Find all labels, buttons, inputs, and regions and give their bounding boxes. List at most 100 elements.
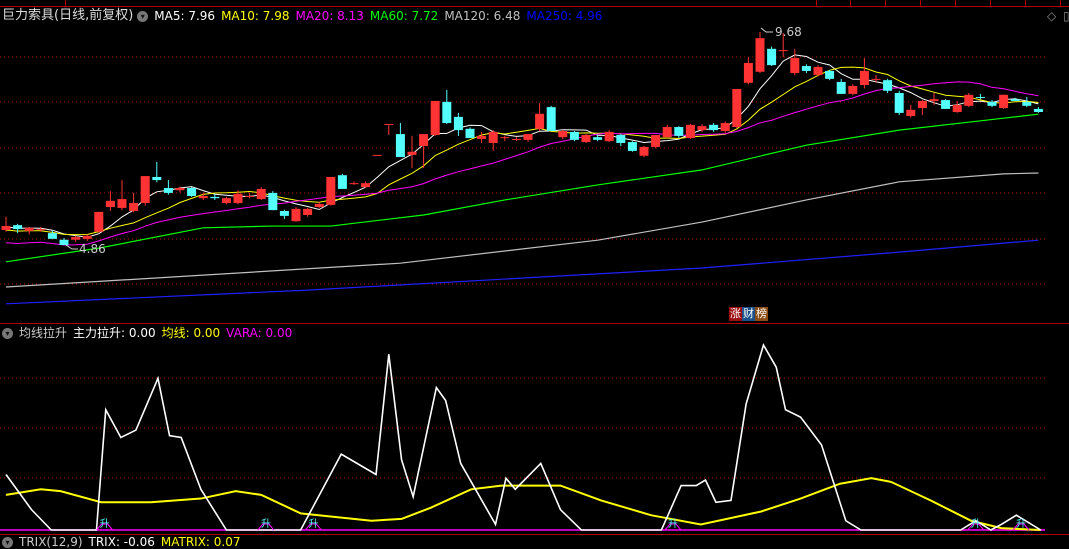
candle-up <box>906 109 916 116</box>
main-legend: 巨力索具(日线,前复权) ▾ MA5: 7.96 MA10: 7.98 MA20: … <box>2 7 608 25</box>
candle-down <box>187 188 197 196</box>
ma-legend-item-5: MA250: 4.96 <box>526 9 603 23</box>
candle-up <box>430 100 440 135</box>
candle-up <box>999 94 1009 109</box>
candle-up <box>372 154 382 156</box>
candle-down <box>616 134 626 143</box>
ma20-line <box>5 81 1039 246</box>
candle-up <box>140 176 150 204</box>
high-price-label: 9.68 <box>775 25 802 39</box>
badge-char: 榜 <box>755 307 768 321</box>
ma-legend-item-2: MA20: 8.13 <box>295 9 364 23</box>
signal-label: 升 <box>1016 518 1026 530</box>
candle-up <box>105 200 115 208</box>
candle-up <box>361 183 371 188</box>
candle-up <box>917 100 927 109</box>
candle-up <box>604 131 614 142</box>
ma-legend-item-3: MA60: 7.72 <box>369 9 439 23</box>
trix-legend: ▾ TRIX(12,9) TRIX: -0.06 MATRIX: 0.07 <box>2 535 247 549</box>
candle-up <box>500 137 510 139</box>
signal-label: 升 <box>308 518 318 530</box>
candle-down <box>465 128 475 139</box>
chevron-down-icon[interactable]: ▾ <box>137 10 149 22</box>
candle-down <box>453 116 463 131</box>
candle-down <box>59 239 69 246</box>
candle-down <box>767 48 777 66</box>
trix-legend-item-1: MATRIX: 0.07 <box>160 535 241 549</box>
trix-name[interactable]: TRIX(12,9) <box>19 535 83 549</box>
candle-up <box>952 104 962 113</box>
chevron-down-icon[interactable]: ▾ <box>2 327 13 339</box>
candle-up <box>94 211 104 232</box>
candle-down <box>674 127 684 136</box>
ma-legend-item-4: MA120: 6.48 <box>444 9 521 23</box>
candle-up <box>175 188 185 191</box>
candle-up <box>419 134 429 147</box>
price-chart[interactable]: 9.68 4.86 升 升 升 升 升 升 <box>0 0 1069 545</box>
candle-up <box>651 134 661 147</box>
candle-down <box>975 96 985 98</box>
low-marker-arrow <box>65 244 78 250</box>
candle-up <box>256 188 266 200</box>
candle-down <box>1022 101 1032 106</box>
candle-up <box>117 199 127 208</box>
signal-label: 升 <box>668 518 678 530</box>
candle-down <box>442 101 452 124</box>
candle-up <box>871 78 881 80</box>
candle-down <box>279 211 289 216</box>
candle-up <box>639 146 649 156</box>
ma-legend-item-0: MA5: 7.96 <box>154 9 216 23</box>
candle-up <box>511 138 521 140</box>
candle-up <box>129 203 139 212</box>
candle-up <box>349 183 359 185</box>
ma120-line <box>5 172 1039 288</box>
candle-down <box>163 188 173 193</box>
chart-title[interactable]: 巨力索具(日线,前复权) <box>2 7 133 25</box>
candle-down <box>709 124 719 131</box>
signal-label: 升 <box>100 518 110 530</box>
candle-up <box>326 176 336 205</box>
candle-down <box>836 81 846 94</box>
candle-down <box>825 70 835 79</box>
indicator-legend-item-0: 主力拉升: 0.00 <box>73 326 156 340</box>
candle-down <box>337 175 347 189</box>
candle-down <box>1033 108 1043 113</box>
junxian-line <box>5 477 1041 531</box>
candle-up <box>929 99 939 101</box>
candle-up <box>71 237 81 240</box>
candle-up <box>303 208 313 215</box>
ma-legend-items: MA5: 7.96 MA10: 7.98 MA20: 8.13 MA60: 7.72 M… <box>154 7 608 25</box>
candle-up <box>221 198 231 204</box>
candle-up <box>24 227 34 231</box>
candle-down <box>546 107 556 132</box>
candle-down <box>987 101 997 106</box>
indicator-legend: ▾ 均线拉升 主力拉升: 0.00 均线: 0.00 VARA: 0.00 <box>2 324 298 342</box>
indicator-values: 主力拉升: 0.00 均线: 0.00 VARA: 0.00 <box>73 324 298 342</box>
candle-up <box>245 195 255 197</box>
candle-down <box>801 66 811 71</box>
candle-down <box>47 233 57 239</box>
panel-toggle-icon[interactable]: ▯ <box>1063 9 1069 23</box>
candle-down <box>210 196 220 199</box>
indicator-name[interactable]: 均线拉升 <box>19 324 67 342</box>
candle-up <box>291 208 301 222</box>
ma10-line <box>5 66 1039 236</box>
candle-up <box>36 229 46 231</box>
candle-up <box>732 89 742 128</box>
badge-char: 财 <box>742 307 755 321</box>
candle-up <box>859 70 869 86</box>
indicator-legend-item-1: 均线: 0.00 <box>161 326 221 340</box>
candle-down <box>395 134 405 158</box>
candle-up <box>964 94 974 106</box>
candle-up <box>720 123 730 132</box>
diamond-icon[interactable]: ◇ <box>1047 9 1056 23</box>
zhangcaibang-badge[interactable]: 涨财榜 <box>729 307 768 321</box>
candle-up <box>848 85 858 94</box>
chevron-down-icon[interactable]: ▾ <box>2 536 13 548</box>
candle-up <box>488 131 498 143</box>
candle-up <box>778 50 788 52</box>
candle-up <box>198 195 208 199</box>
candle-up <box>813 66 823 75</box>
candle-down <box>268 192 278 211</box>
candle-up <box>581 134 591 143</box>
